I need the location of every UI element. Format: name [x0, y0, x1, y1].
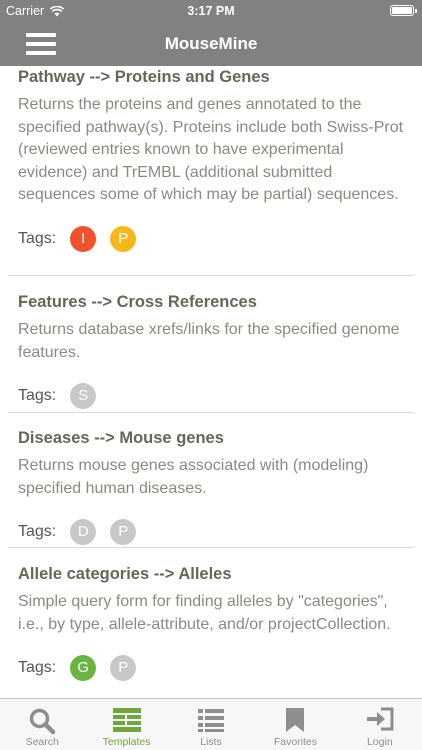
template-description: Simple query form for finding alleles by…	[18, 593, 391, 633]
template-tags: Tags: D P	[18, 518, 404, 546]
template-item-features-cross-references[interactable]: Features --> Cross References Returns da…	[8, 291, 414, 413]
bookmark-icon	[286, 708, 305, 732]
tab-label: Search	[25, 736, 59, 748]
tab-favorites[interactable]: Favorites	[253, 699, 337, 750]
list-icon	[198, 709, 225, 732]
tag-badge[interactable]: I	[70, 225, 97, 252]
tab-bar: Search Templates Lists Favorites Login	[0, 698, 422, 750]
tag-badge[interactable]: S	[70, 383, 97, 409]
template-title: Allele categories --> Alleles	[18, 565, 232, 583]
tags-label: Tags:	[18, 387, 57, 404]
tab-label: Login	[366, 736, 393, 748]
tab-login[interactable]: Login	[338, 699, 422, 750]
top-bar: Carrier 3:17 PM MouseMine	[0, 0, 422, 66]
tab-search[interactable]: Search	[0, 699, 84, 750]
tags-label: Tags:	[18, 523, 57, 540]
login-icon	[366, 707, 394, 731]
status-time: 3:17 PM	[187, 4, 235, 18]
tag-badge[interactable]: P	[110, 655, 137, 681]
tab-label: Lists	[200, 736, 222, 748]
template-item-allele-categories[interactable]: Allele categories --> Alleles Simple que…	[8, 563, 414, 698]
template-description: Returns database xrefs/links for the spe…	[18, 321, 400, 361]
search-icon	[29, 708, 56, 735]
templates-icon	[112, 708, 141, 732]
tag-badge[interactable]: G	[70, 655, 97, 681]
template-tags: Tags: I P	[18, 225, 404, 253]
template-item-pathway-proteins-genes[interactable]: Pathway --> Proteins and Genes Returns t…	[8, 66, 414, 276]
template-description: Returns the proteins and genes annotated…	[18, 96, 404, 203]
template-tags: Tags: G P	[18, 654, 404, 682]
template-title: Features --> Cross References	[18, 293, 257, 311]
tab-lists[interactable]: Lists	[169, 699, 253, 750]
battery-icon	[390, 5, 417, 16]
template-list[interactable]: Pathway --> Proteins and Genes Returns t…	[0, 66, 422, 698]
template-item-diseases-mouse-genes[interactable]: Diseases --> Mouse genes Returns mouse g…	[8, 427, 414, 548]
tags-label: Tags:	[18, 659, 57, 676]
tag-badge[interactable]: P	[110, 225, 137, 252]
status-bar: Carrier 3:17 PM	[0, 0, 422, 22]
page-title: MouseMine	[164, 34, 258, 53]
template-tags: Tags: S	[18, 382, 404, 410]
tab-label: Favorites	[273, 736, 318, 748]
tags-label: Tags:	[18, 229, 57, 247]
template-title: Diseases --> Mouse genes	[18, 429, 224, 447]
tag-badge[interactable]: P	[110, 519, 137, 545]
tag-badge[interactable]: D	[70, 519, 97, 545]
navigation-bar: MouseMine	[0, 22, 422, 66]
template-title: Pathway --> Proteins and Genes	[18, 68, 270, 86]
tab-templates[interactable]: Templates	[84, 699, 168, 750]
tab-label: Templates	[102, 736, 151, 748]
template-description: Returns mouse genes associated with (mod…	[18, 457, 369, 497]
